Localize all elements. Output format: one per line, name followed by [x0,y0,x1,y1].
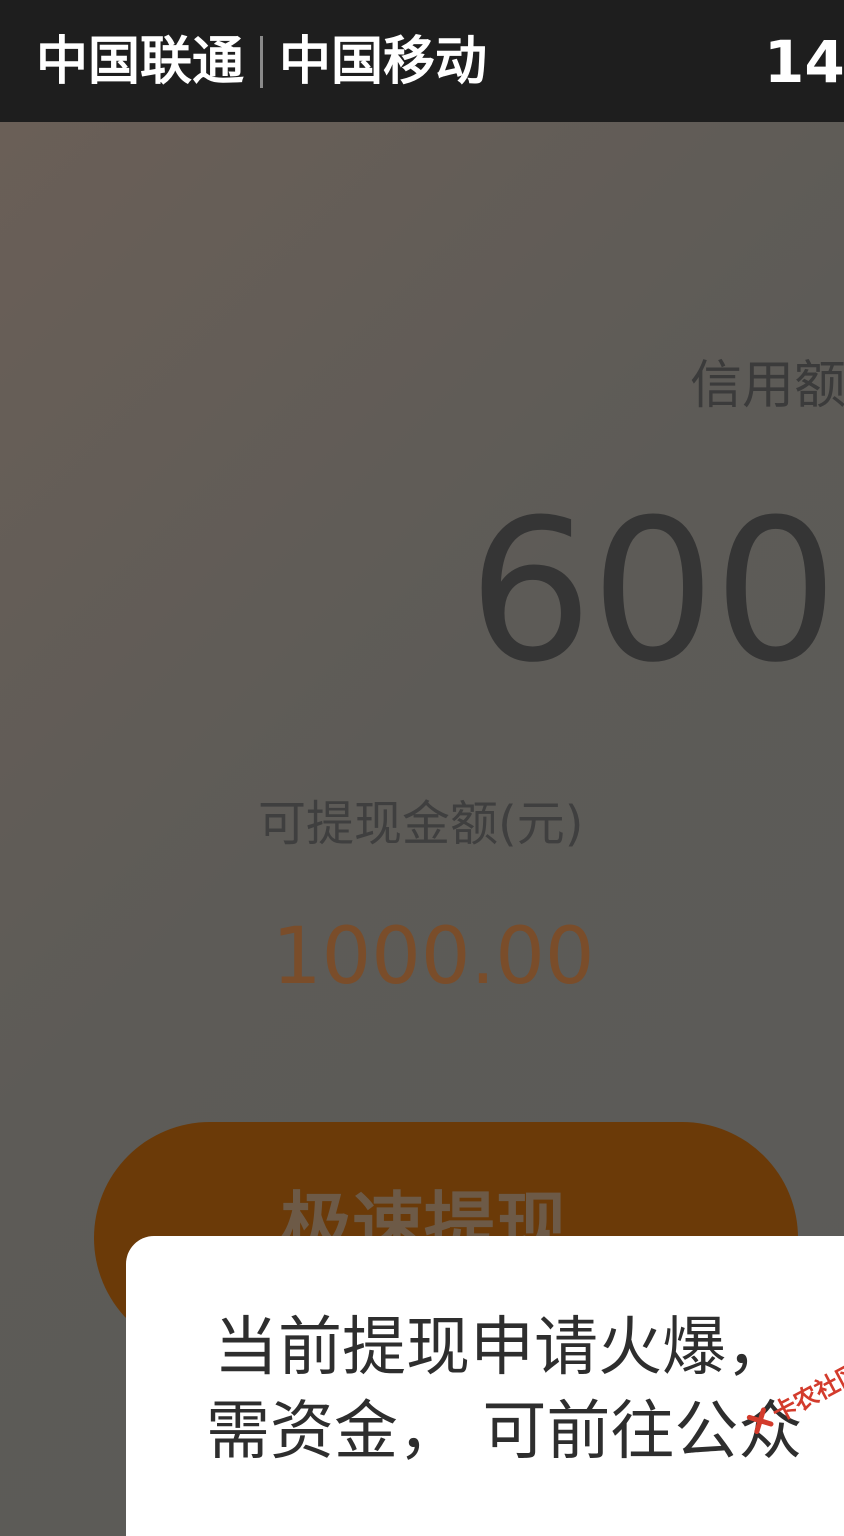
status-time: 14: [764,28,844,96]
carrier-names: 中国联通 中国移动 [36,30,487,94]
withdrawable-amount-value: 1000.00 [272,912,595,1002]
withdrawable-amount-label: 可提现金额(元) [258,796,584,852]
withdraw-notice-dialog: 当前提现申请火爆， 需资金， 可前往公众 [126,1236,844,1536]
carrier-divider [260,36,264,88]
credit-limit-label: 信用额 [690,356,844,416]
carrier-1-label: 中国联通 [36,32,245,92]
status-bar: 中国联通 中国移动 14: [0,0,844,122]
dialog-message-line-2: 需资金， 可前往公众 [206,1395,803,1469]
carrier-2-label: 中国移动 [279,32,488,92]
dialog-message-line-1: 当前提现申请火爆， [214,1311,790,1385]
credit-limit-amount: 6000 [468,478,844,706]
